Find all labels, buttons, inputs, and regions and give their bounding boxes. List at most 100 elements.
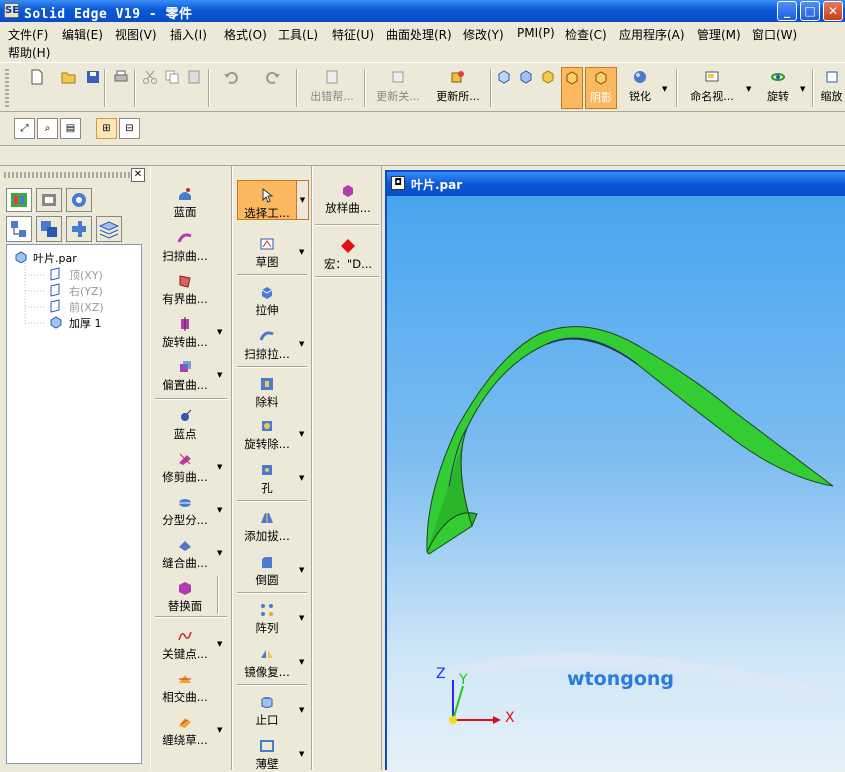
3d-viewport[interactable]: wtongong Z Y X [387, 196, 845, 772]
revolved-surface-dropdown-icon[interactable]: ▼ [217, 328, 222, 336]
layers-tab[interactable] [36, 188, 62, 212]
extrude-button[interactable]: 拉伸 [239, 284, 295, 318]
rotate-dropdown-icon[interactable]: ▼ [800, 85, 805, 93]
update-related-button[interactable]: 更新关... [370, 67, 426, 109]
shaded-edges-button[interactable] [561, 67, 583, 109]
bluesurf-button[interactable]: 蓝面 [157, 186, 213, 220]
shading-button[interactable]: 阴影 [585, 67, 617, 109]
replace-face-button[interactable]: 替换面 [157, 580, 213, 614]
loft-surface-button[interactable]: 放样曲... [317, 182, 379, 216]
bluedot-button[interactable]: 蓝点 [157, 408, 213, 442]
lip-dropdown-icon[interactable]: ▼ [299, 706, 304, 714]
parting-split-dropdown-icon[interactable]: ▼ [217, 506, 222, 514]
menu-insert[interactable]: 插入(I) [170, 26, 207, 43]
offset-surface-dropdown-icon[interactable]: ▼ [217, 371, 222, 379]
pattern-button[interactable]: 阵列 [239, 602, 295, 636]
sharpen-dropdown-icon[interactable]: ▼ [662, 85, 667, 93]
sketch-button[interactable]: 草图 [239, 236, 295, 270]
menu-edit[interactable]: 编辑(E) [62, 26, 103, 43]
close-button[interactable]: ✕ [823, 1, 843, 21]
swept-surface-button[interactable]: 扫掠曲... [157, 230, 213, 264]
zoom-area-icon[interactable]: ⌕ [37, 118, 58, 139]
stitched-surface-dropdown-icon[interactable]: ▼ [217, 549, 222, 557]
zoom-button[interactable]: 缩放 [818, 67, 845, 109]
open-button[interactable] [58, 67, 80, 109]
revolved-cutout-button[interactable]: 旋转除... [239, 418, 295, 452]
fit-view-icon[interactable]: ▤ [60, 118, 81, 139]
new-button[interactable] [22, 67, 52, 109]
filter-icon[interactable]: ⊞ [96, 118, 117, 139]
error-help-button[interactable]: 出错帮... [304, 67, 360, 109]
blade-surface[interactable] [426, 326, 834, 555]
menu-manage[interactable]: 管理(M) [697, 26, 741, 43]
rotate-button[interactable]: 旋转 [762, 67, 794, 109]
settings-tab[interactable] [66, 188, 92, 212]
toolbar-grip[interactable] [5, 69, 9, 107]
pane-grip[interactable] [4, 172, 130, 178]
macro-button[interactable]: 宏："D... [317, 238, 379, 272]
thin-wall-button[interactable]: 薄壁 [239, 738, 295, 772]
wrap-sketch-button[interactable]: 缠绕草... [157, 714, 213, 748]
filter-select-icon[interactable]: ⊟ [119, 118, 140, 139]
revolved-cutout-dropdown-icon[interactable]: ▼ [299, 430, 304, 438]
select-tool-icon[interactable]: ⤢ [14, 118, 35, 139]
named-view-dropdown-icon[interactable]: ▼ [746, 85, 751, 93]
round-button[interactable]: 倒圆 [239, 554, 295, 588]
menu-view[interactable]: 视图(V) [115, 26, 157, 43]
tree-plane-right[interactable]: 右(YZ) [69, 283, 103, 299]
redo-button[interactable] [256, 67, 290, 109]
cut-button[interactable] [140, 67, 160, 109]
menu-pmi[interactable]: PMI(P) [517, 26, 555, 40]
save-button[interactable] [82, 67, 104, 109]
tree-feature-thicken[interactable]: 加厚 1 [69, 315, 102, 331]
menu-applications[interactable]: 应用程序(A) [619, 26, 685, 43]
keypoint-curve-dropdown-icon[interactable]: ▼ [217, 640, 222, 648]
menu-modify[interactable]: 修改(Y) [463, 26, 504, 43]
undo-button[interactable] [214, 67, 248, 109]
menu-format[interactable]: 格式(O) [224, 26, 267, 43]
tree-plane-top[interactable]: 顶(XY) [69, 267, 103, 283]
sketch-dropdown-icon[interactable]: ▼ [299, 248, 304, 256]
paste-button[interactable] [184, 67, 204, 109]
mirror-copy-button[interactable]: 镜像复... [239, 646, 295, 680]
hole-button[interactable]: 孔 [239, 462, 295, 496]
round-dropdown-icon[interactable]: ▼ [299, 566, 304, 574]
pane-close-icon[interactable]: ✕ [131, 168, 145, 182]
swept-protrusion-dropdown-icon[interactable]: ▼ [299, 340, 304, 348]
update-all-button[interactable]: 更新所... [430, 67, 486, 109]
feature-library-tab[interactable] [6, 188, 32, 212]
menu-help[interactable]: 帮助(H) [8, 44, 50, 61]
wireframe-button[interactable] [494, 67, 514, 109]
hidden-edge-button[interactable] [516, 67, 536, 109]
parting-split-button[interactable]: 分型分... [157, 494, 213, 528]
menu-window[interactable]: 窗口(W) [752, 26, 797, 43]
menu-file[interactable]: 文件(F) [8, 26, 48, 43]
menu-inspect[interactable]: 检查(C) [565, 26, 607, 43]
mirror-copy-dropdown-icon[interactable]: ▼ [299, 658, 304, 666]
wrap-sketch-dropdown-icon[interactable]: ▼ [217, 726, 222, 734]
trim-surface-button[interactable]: 修剪曲... [157, 451, 213, 485]
menu-feature[interactable]: 特征(U) [332, 26, 374, 43]
revolved-surface-button[interactable]: 旋转曲... [157, 316, 213, 350]
keypoint-curve-button[interactable]: 关键点... [157, 628, 213, 662]
feature-tree-tab[interactable] [6, 216, 32, 242]
family-tab[interactable] [36, 216, 62, 242]
add-draft-button[interactable]: 添加拔... [239, 510, 295, 544]
swept-protrusion-button[interactable]: 扫掠拉... [239, 328, 295, 362]
lip-button[interactable]: 止口 [239, 694, 295, 728]
print-button[interactable] [110, 67, 132, 109]
visible-edge-button[interactable] [538, 67, 558, 109]
pattern-dropdown-icon[interactable]: ▼ [299, 614, 304, 622]
menu-surfacing[interactable]: 曲面处理(R) [386, 26, 452, 43]
stitched-surface-button[interactable]: 缝合曲... [157, 537, 213, 571]
tree-plane-front[interactable]: 前(XZ) [69, 299, 104, 315]
hole-dropdown-icon[interactable]: ▼ [299, 474, 304, 482]
minimize-button[interactable]: _ [777, 1, 797, 21]
assembly-tab[interactable] [66, 216, 92, 242]
named-view-button[interactable]: 命名视... [684, 67, 740, 109]
maximize-button[interactable]: □ [800, 1, 820, 21]
select-tool-button[interactable]: 选择工... [237, 180, 297, 220]
layers-stack-tab[interactable] [96, 216, 122, 242]
intersection-curve-button[interactable]: 相交曲... [157, 671, 213, 705]
trim-surface-dropdown-icon[interactable]: ▼ [217, 463, 222, 471]
